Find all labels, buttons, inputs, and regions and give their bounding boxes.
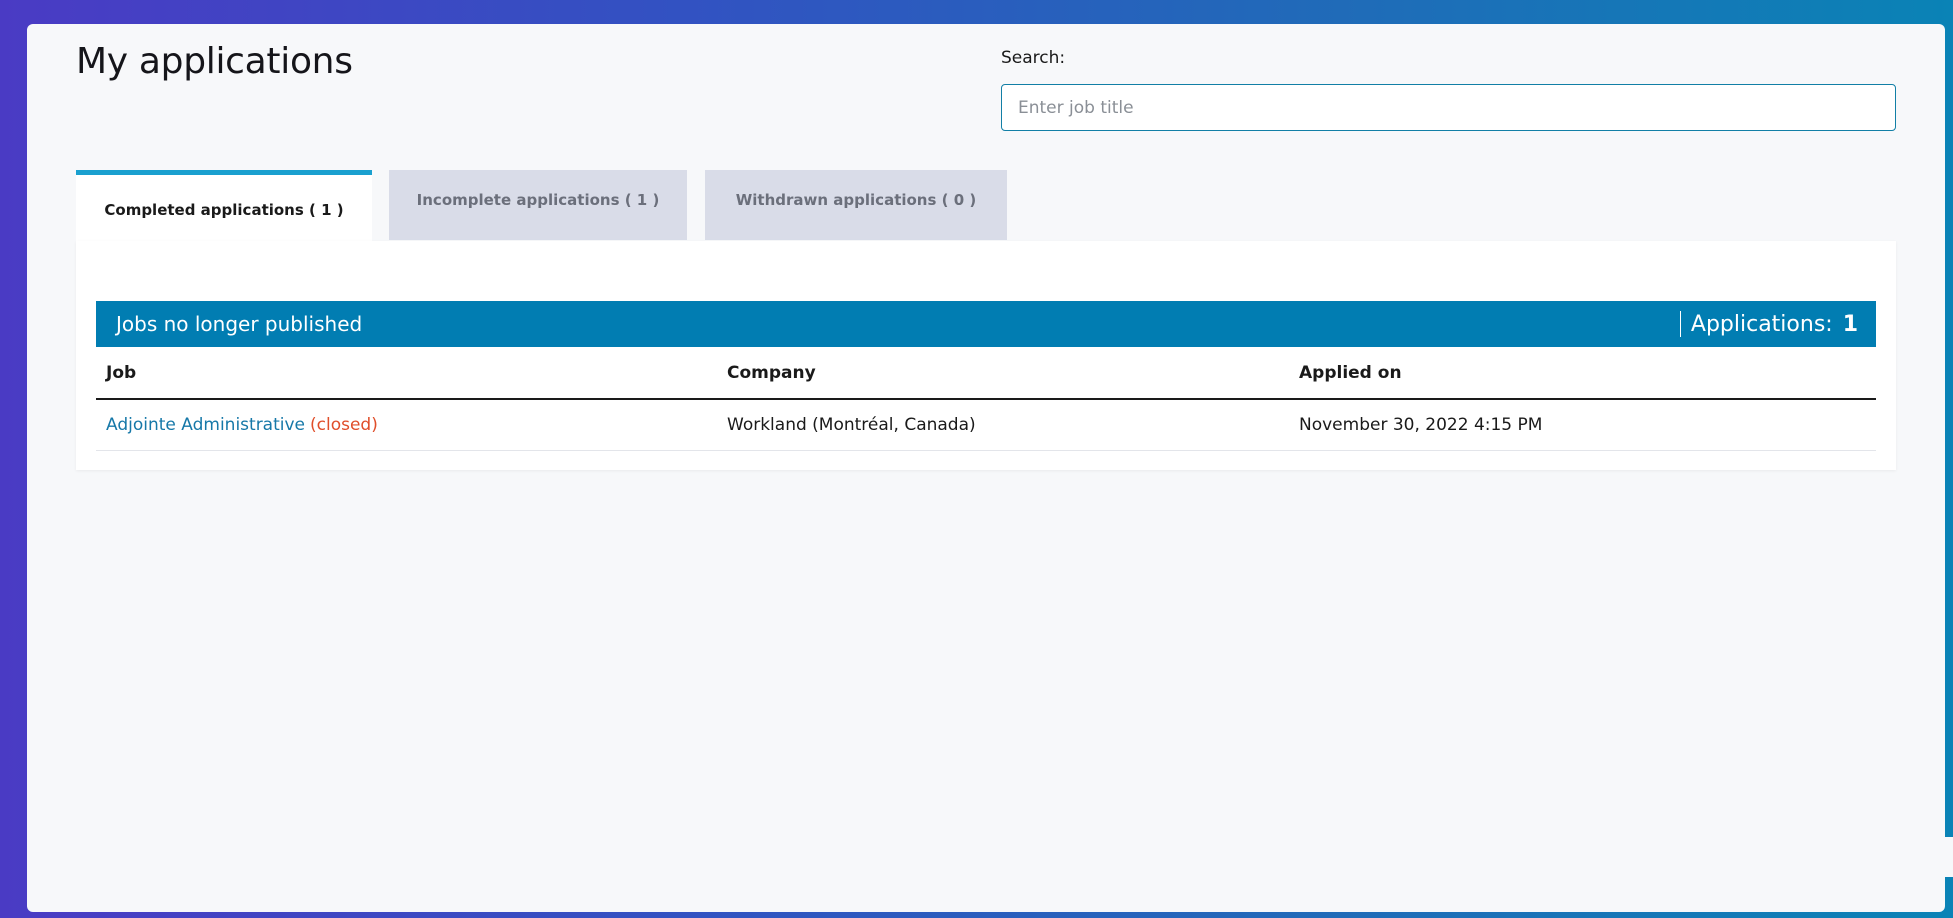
tab-withdrawn-applications[interactable]: Withdrawn applications ( 0 ) bbox=[705, 170, 1007, 240]
column-header-company: Company bbox=[727, 362, 816, 383]
page-title: My applications bbox=[76, 41, 353, 82]
applications-count: Applications: 1 bbox=[1679, 311, 1858, 337]
column-header-job: Job bbox=[106, 362, 137, 383]
cell-applied-on: November 30, 2022 4:15 PM bbox=[1299, 415, 1543, 435]
section-title: Jobs no longer published bbox=[116, 312, 363, 336]
applications-count-label: Applications: bbox=[1690, 311, 1833, 337]
job-status-badge: (closed) bbox=[310, 415, 378, 435]
search-label: Search: bbox=[1001, 48, 1066, 68]
cell-company: Workland (Montréal, Canada) bbox=[727, 415, 976, 435]
main-panel: My applications Search: Completed applic… bbox=[27, 24, 1953, 912]
tab-withdrawn-label: Withdrawn applications ( 0 ) bbox=[735, 191, 977, 209]
section-header: Jobs no longer published Applications: 1 bbox=[96, 301, 1876, 347]
cell-job: Adjointe Administrative (closed) bbox=[96, 415, 727, 435]
table-header-row: Job Company Applied on bbox=[96, 347, 1876, 400]
table-row: Adjointe Administrative (closed) Workland… bbox=[96, 400, 1876, 451]
tab-incomplete-applications[interactable]: Incomplete applications ( 1 ) bbox=[389, 170, 687, 240]
applications-count-value: 1 bbox=[1842, 311, 1858, 337]
tab-incomplete-label: Incomplete applications ( 1 ) bbox=[416, 191, 660, 209]
column-header-applied-on: Applied on bbox=[1299, 362, 1402, 383]
tab-completed-applications[interactable]: Completed applications ( 1 ) bbox=[76, 170, 372, 242]
search-input[interactable] bbox=[1001, 84, 1896, 131]
side-handle[interactable] bbox=[1935, 837, 1953, 877]
applications-table: Job Company Applied on Adjointe Administ… bbox=[96, 347, 1876, 451]
applications-card: Jobs no longer published Applications: 1… bbox=[76, 241, 1896, 470]
job-title-link[interactable]: Adjointe Administrative bbox=[106, 415, 305, 435]
tab-completed-label: Completed applications ( 1 ) bbox=[104, 200, 344, 219]
